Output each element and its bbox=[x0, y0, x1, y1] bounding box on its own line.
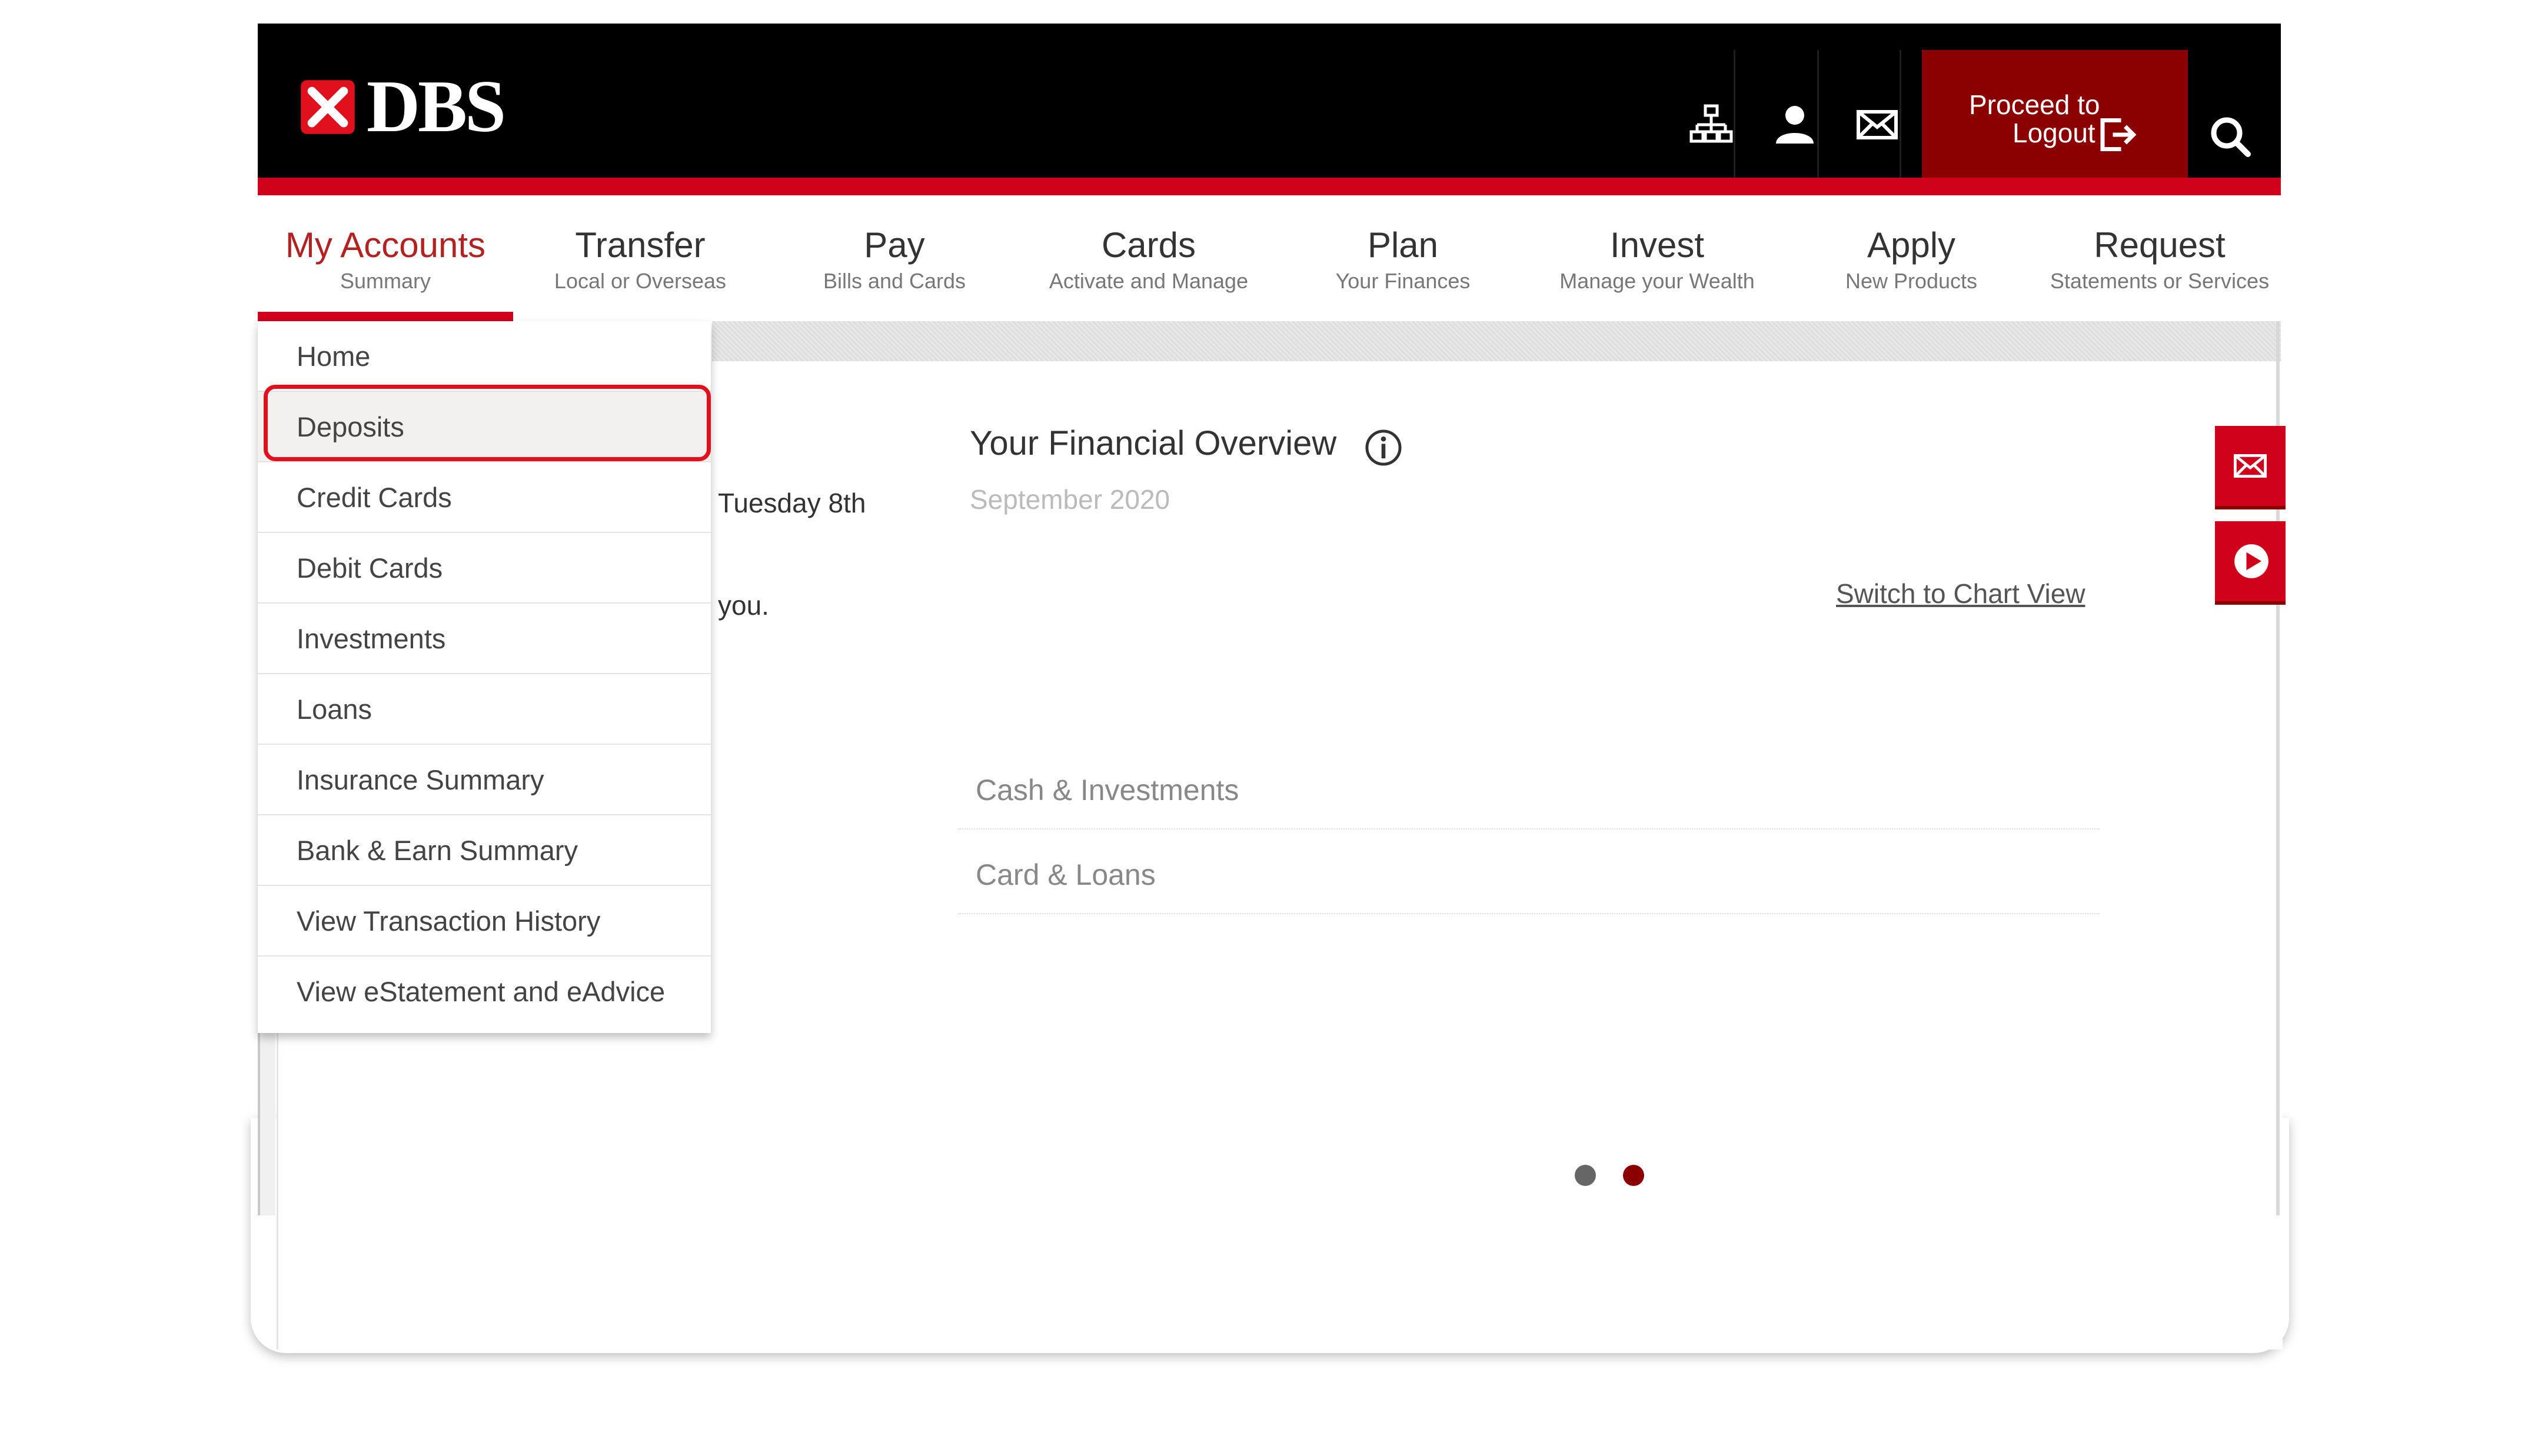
content-header-band bbox=[712, 321, 2281, 361]
mail-icon bbox=[2234, 454, 2267, 478]
dropdown-item-home[interactable]: Home bbox=[258, 321, 711, 392]
dropdown-item-view-estatement[interactable]: View eStatement and eAdvice bbox=[258, 957, 711, 1027]
dropdown-item-label: Credit Cards bbox=[297, 482, 452, 513]
greeting-text: you. bbox=[718, 590, 769, 621]
dropdown-item-label: Bank & Earn Summary bbox=[297, 835, 578, 866]
nav-title: Invest bbox=[1609, 225, 1705, 265]
toolbar-divider bbox=[1734, 50, 1735, 178]
overview-row-card-loans[interactable]: Card & Loans bbox=[958, 828, 2100, 914]
nav-subtitle: Statements or Services bbox=[2050, 269, 2270, 293]
active-nav-indicator bbox=[258, 312, 513, 321]
switch-to-chart-view-link[interactable]: Switch to Chart View bbox=[1836, 578, 2085, 609]
overview-row-cash-investments[interactable]: Cash & Investments bbox=[958, 744, 2100, 829]
dropdown-item-investments[interactable]: Investments bbox=[258, 604, 711, 674]
nav-title: My Accounts bbox=[285, 225, 486, 265]
dropdown-item-label: Loans bbox=[297, 694, 372, 725]
side-play-button[interactable] bbox=[2215, 521, 2286, 605]
nav-invest[interactable]: Invest Manage your Wealth bbox=[1530, 225, 1784, 294]
overview-date: September 2020 bbox=[970, 484, 1170, 515]
dropdown-item-label: Investments bbox=[297, 623, 446, 654]
play-icon bbox=[2234, 544, 2268, 578]
toolbar-divider bbox=[1900, 50, 1901, 178]
dropdown-item-label: Debit Cards bbox=[297, 552, 443, 584]
nav-subtitle: Bills and Cards bbox=[823, 269, 966, 293]
dropdown-item-view-transaction-history[interactable]: View Transaction History bbox=[258, 886, 711, 957]
dropdown-item-bank-earn-summary[interactable]: Bank & Earn Summary bbox=[258, 815, 711, 886]
nav-title: Transfer bbox=[575, 225, 706, 265]
carousel-dot-2-active[interactable] bbox=[1623, 1165, 1644, 1186]
dropdown-item-debit-cards[interactable]: Debit Cards bbox=[258, 533, 711, 604]
nav-subtitle: Summary bbox=[340, 269, 431, 293]
side-mail-button[interactable] bbox=[2215, 426, 2286, 509]
dropdown-item-label: View eStatement and eAdvice bbox=[297, 976, 666, 1007]
user-icon[interactable] bbox=[1771, 101, 1818, 148]
logout-button[interactable]: Proceed to Logout bbox=[1922, 50, 2188, 178]
dbs-star-icon bbox=[301, 80, 355, 134]
brand-name: DBS bbox=[367, 66, 506, 148]
logout-label-line1: Proceed to bbox=[1969, 89, 2100, 120]
mail-icon[interactable] bbox=[1854, 101, 1901, 148]
dropdown-item-loans[interactable]: Loans bbox=[258, 674, 711, 745]
dropdown-item-label: Home bbox=[297, 341, 371, 372]
nav-subtitle: Your Finances bbox=[1335, 269, 1471, 293]
nav-request[interactable]: Request Statements or Services bbox=[2038, 225, 2281, 294]
row-label: Card & Loans bbox=[976, 858, 1156, 891]
nav-subtitle: Activate and Manage bbox=[1049, 269, 1249, 293]
nav-transfer[interactable]: Transfer Local or Overseas bbox=[513, 225, 767, 294]
carousel-dot-1[interactable] bbox=[1575, 1165, 1596, 1186]
nav-subtitle: Manage your Wealth bbox=[1559, 269, 1755, 293]
main-nav: My Accounts Summary Transfer Local or Ov… bbox=[258, 195, 2281, 321]
nav-title: Plan bbox=[1367, 225, 1439, 265]
toolbar-divider bbox=[1817, 50, 1819, 178]
dropdown-item-label: Insurance Summary bbox=[297, 764, 544, 795]
dropdown-item-insurance-summary[interactable]: Insurance Summary bbox=[258, 745, 711, 815]
financial-overview-title: Your Financial Overview bbox=[970, 424, 1337, 462]
nav-title: Request bbox=[2094, 225, 2226, 265]
nav-plan[interactable]: Plan Your Finances bbox=[1276, 225, 1530, 294]
nav-my-accounts[interactable]: My Accounts Summary bbox=[258, 225, 513, 294]
logout-icon bbox=[2100, 118, 2137, 151]
greeting-date-text: Tuesday 8th bbox=[718, 488, 866, 518]
brand-stripe bbox=[258, 178, 2281, 195]
search-icon[interactable] bbox=[2207, 113, 2254, 160]
nav-cards[interactable]: Cards Activate and Manage bbox=[1022, 225, 1276, 294]
nav-apply[interactable]: Apply New Products bbox=[1784, 225, 2038, 294]
nav-title: Apply bbox=[1867, 225, 1956, 265]
dropdown-item-credit-cards[interactable]: Credit Cards bbox=[258, 462, 711, 533]
row-label: Cash & Investments bbox=[976, 774, 1239, 807]
nav-title: Cards bbox=[1101, 225, 1196, 265]
deposits-highlight-outline bbox=[264, 385, 711, 461]
nav-subtitle: New Products bbox=[1845, 269, 1978, 293]
logout-label-line2: Logout bbox=[2013, 118, 2095, 148]
dbs-logo[interactable]: DBS bbox=[297, 66, 506, 148]
sitemap-icon[interactable] bbox=[1688, 101, 1735, 148]
nav-pay[interactable]: Pay Bills and Cards bbox=[767, 225, 1022, 294]
info-icon[interactable] bbox=[1364, 428, 1403, 467]
dropdown-item-label: View Transaction History bbox=[297, 905, 601, 937]
nav-subtitle: Local or Overseas bbox=[554, 269, 727, 293]
nav-title: Pay bbox=[864, 225, 925, 265]
